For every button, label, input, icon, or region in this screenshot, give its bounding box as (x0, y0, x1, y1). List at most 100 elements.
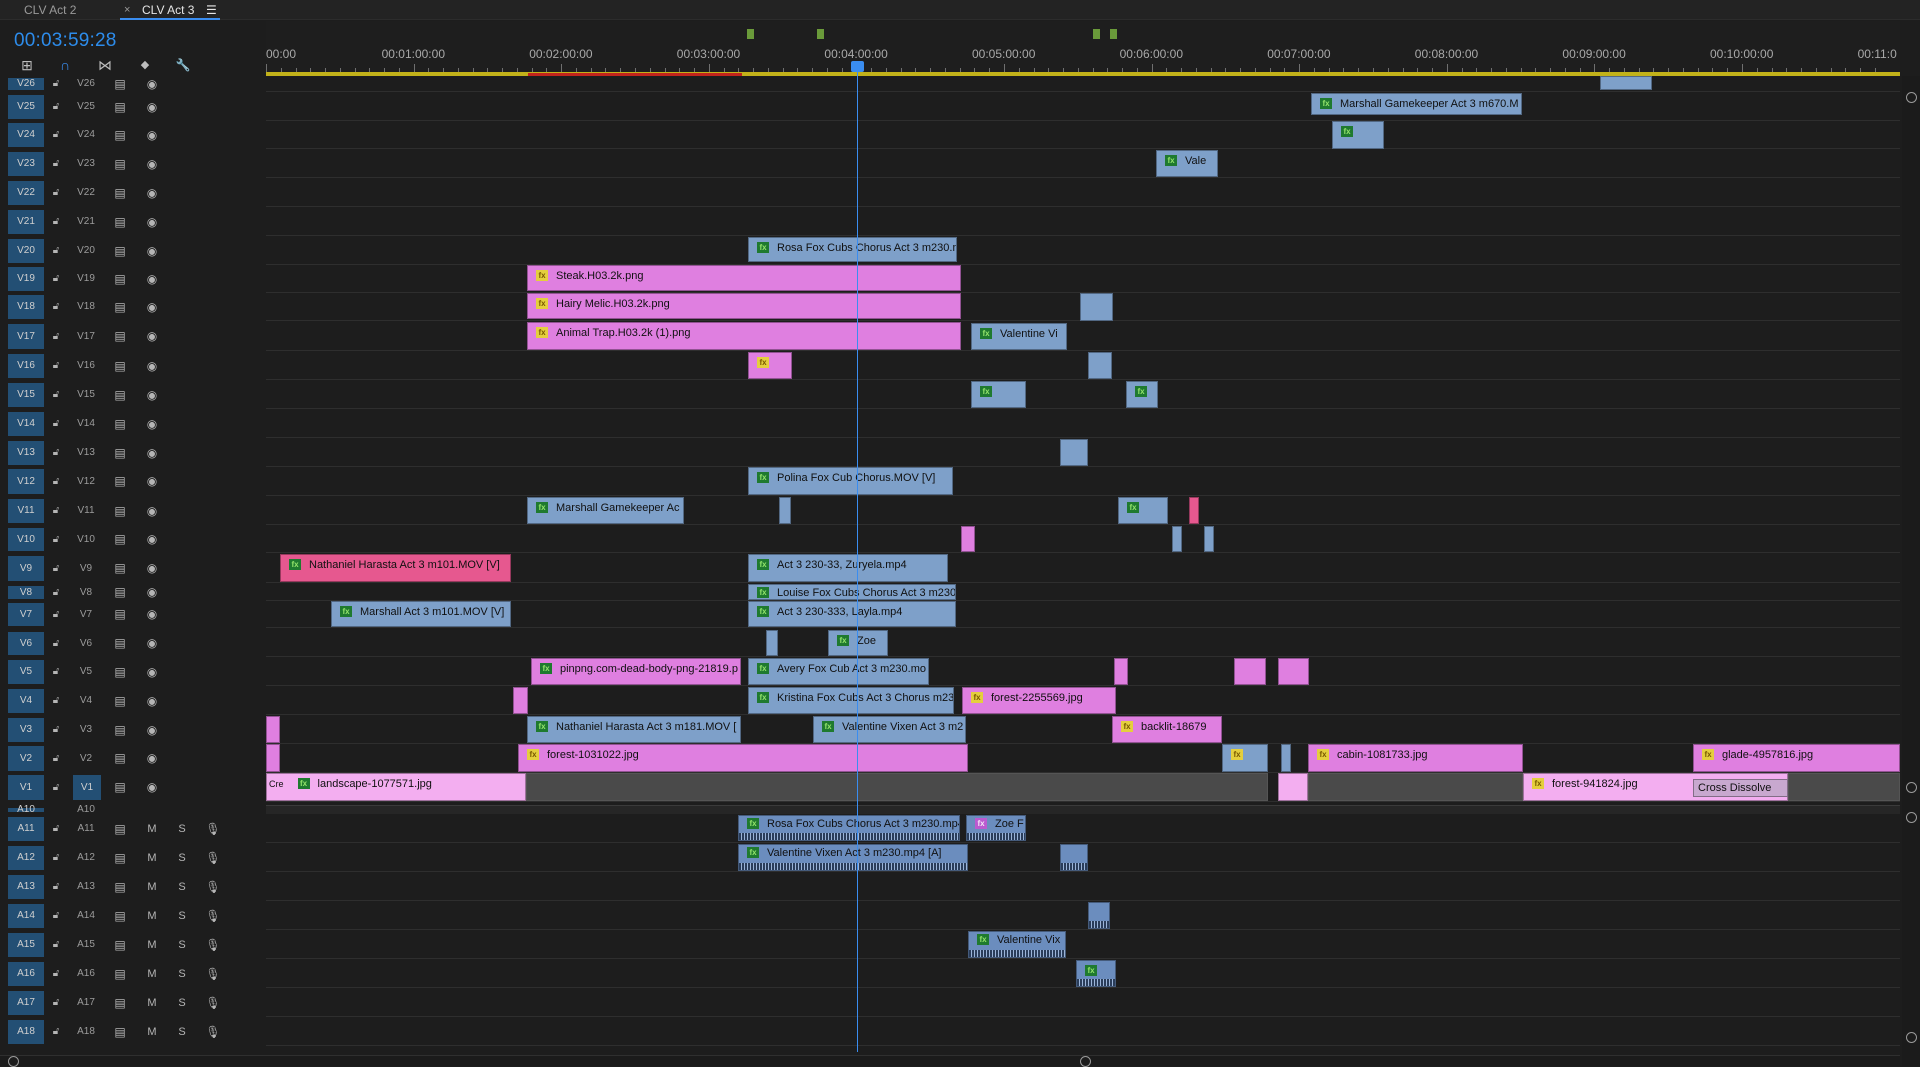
track-target-v2[interactable]: V2 (8, 746, 44, 771)
audio-clip[interactable] (1060, 844, 1088, 871)
clip[interactable]: fx Marshall Gamekeeper Ac (527, 497, 684, 524)
lock-icon[interactable]: 🔓︎ (47, 1020, 65, 1044)
solo-button[interactable]: S (173, 991, 191, 1015)
track-target-v21[interactable]: V21 (8, 210, 44, 234)
track-target-v14[interactable]: V14 (8, 412, 44, 436)
lock-icon[interactable]: 🔓︎ (47, 632, 65, 655)
clip[interactable] (266, 744, 280, 772)
linked-selection-icon[interactable]: ⋈ (96, 56, 114, 74)
eye-icon[interactable]: ◉ (143, 123, 161, 147)
track-target-v12[interactable]: V12 (8, 469, 44, 494)
track-target-v19[interactable]: V19 (8, 267, 44, 291)
add-marker-icon[interactable]: ◆ (136, 56, 154, 74)
mute-button[interactable]: M (143, 1020, 161, 1044)
track-target-v23[interactable]: V23 (8, 152, 44, 176)
clip[interactable]: fx Nathaniel Harasta Act 3 m101.MOV [V] (280, 554, 511, 582)
eye-icon[interactable]: ◉ (143, 632, 161, 655)
eye-icon[interactable]: ◉ (143, 324, 161, 349)
microphone-icon[interactable]: 🎙︎ (204, 875, 222, 899)
clip[interactable]: fx glade-4957816.jpg (1693, 744, 1900, 772)
clip[interactable] (1204, 526, 1214, 552)
transition-cross-dissolve[interactable]: Cross Dissolve (1693, 779, 1788, 797)
clip[interactable] (1600, 76, 1652, 90)
video-audio-divider[interactable] (266, 805, 1900, 814)
audio-clip[interactable]: fx Rosa Fox Cubs Chorus Act 3 m230.mp4 (738, 815, 960, 841)
sync-lock-icon[interactable]: ▤ (111, 295, 129, 319)
eye-icon[interactable]: ◉ (143, 499, 161, 523)
clip[interactable]: fx (1332, 121, 1384, 149)
eye-icon[interactable]: ◉ (143, 354, 161, 378)
audio-clip[interactable]: fx (1076, 960, 1116, 987)
clip[interactable]: fx pinpng.com-dead-body-png-21819.p (531, 658, 741, 685)
track-target-v3[interactable]: V3 (8, 718, 44, 742)
eye-icon[interactable]: ◉ (143, 295, 161, 319)
lock-icon[interactable]: 🔓︎ (47, 499, 65, 523)
clip[interactable]: fx forest-1031022.jpg (518, 744, 968, 772)
sequence-marker[interactable] (817, 29, 824, 39)
microphone-icon[interactable]: 🎙︎ (204, 991, 222, 1015)
clip[interactable]: fx Avery Fox Cub Act 3 m230.mo (748, 658, 929, 685)
mute-button[interactable]: M (143, 846, 161, 870)
lock-icon[interactable]: 🔓︎ (47, 441, 65, 465)
sync-lock-icon[interactable]: ▤ (111, 746, 129, 771)
track-target-a11[interactable]: A11 (8, 817, 44, 841)
clip[interactable] (526, 773, 1268, 801)
clip[interactable] (1788, 773, 1900, 801)
eye-icon[interactable]: ◉ (143, 412, 161, 436)
lock-icon[interactable]: 🔓︎ (47, 469, 65, 494)
eye-icon[interactable]: ◉ (143, 660, 161, 684)
vertical-scrollbar[interactable] (1902, 76, 1920, 1066)
mute-button[interactable]: M (143, 875, 161, 899)
lock-icon[interactable]: 🔓︎ (47, 556, 65, 581)
eye-icon[interactable]: ◉ (143, 556, 161, 581)
sync-lock-icon[interactable]: ▤ (111, 469, 129, 494)
sync-lock-icon[interactable]: ▤ (111, 354, 129, 378)
clip[interactable] (266, 716, 280, 743)
eye-icon[interactable]: ◉ (143, 78, 161, 90)
lock-icon[interactable]: 🔓︎ (47, 528, 65, 551)
track-target-v8[interactable]: V8 (8, 586, 44, 599)
clip[interactable]: fx Steak.H03.2k.png (527, 265, 961, 291)
time-ruler[interactable] (266, 21, 1900, 77)
clip[interactable]: fx (1126, 381, 1158, 408)
eye-icon[interactable]: ◉ (143, 152, 161, 176)
sync-lock-icon[interactable]: ▤ (111, 152, 129, 176)
eye-icon[interactable]: ◉ (143, 383, 161, 407)
lock-icon[interactable]: 🔓︎ (47, 603, 65, 626)
clip[interactable] (779, 497, 791, 524)
clip[interactable]: fx Animal Trap.H03.2k (1).png (527, 322, 961, 350)
clip[interactable] (1114, 658, 1128, 685)
sync-lock-icon[interactable]: ▤ (111, 991, 129, 1015)
lock-icon[interactable]: 🔓︎ (47, 904, 65, 928)
eye-icon[interactable]: ◉ (143, 469, 161, 494)
mute-button[interactable]: M (143, 817, 161, 841)
eye-icon[interactable]: ◉ (143, 603, 161, 626)
audio-clip[interactable]: fx Zoe F (966, 815, 1026, 841)
sync-lock-icon[interactable]: ▤ (111, 383, 129, 407)
solo-button[interactable]: S (173, 962, 191, 986)
sync-lock-icon[interactable]: ▤ (111, 846, 129, 870)
sync-lock-icon[interactable]: ▤ (111, 689, 129, 713)
scroll-handle-video-bottom[interactable] (1906, 782, 1917, 793)
track-target-a15[interactable]: A15 (8, 933, 44, 957)
mute-button[interactable]: M (143, 962, 161, 986)
eye-icon[interactable]: ◉ (143, 441, 161, 465)
clip[interactable]: fx Marshall Act 3 m101.MOV [V] (331, 601, 511, 627)
lock-icon[interactable]: 🔓︎ (47, 875, 65, 899)
sequence-marker[interactable] (747, 29, 754, 39)
clip[interactable] (1080, 293, 1113, 321)
clip[interactable]: fx Marshall Gamekeeper Act 3 m670.M (1311, 93, 1522, 115)
clip[interactable]: fx Louise Fox Cubs Chorus Act 3 m230. (748, 584, 956, 600)
clip[interactable]: fx (971, 381, 1026, 408)
mute-button[interactable]: M (143, 933, 161, 957)
work-area-bar[interactable] (266, 72, 1900, 76)
lock-icon[interactable]: 🔓︎ (47, 991, 65, 1015)
sync-lock-icon[interactable]: ▤ (111, 441, 129, 465)
sync-lock-icon[interactable]: ▤ (111, 660, 129, 684)
sync-lock-icon[interactable]: ▤ (111, 775, 129, 800)
sync-lock-icon[interactable]: ▤ (111, 412, 129, 436)
track-target-a17[interactable]: A17 (8, 991, 44, 1015)
lock-icon[interactable]: 🔓︎ (47, 689, 65, 713)
clip[interactable]: fx Valentine Vi (971, 323, 1067, 350)
tab-clv-act-3[interactable]: CLV Act 3 (142, 0, 194, 20)
